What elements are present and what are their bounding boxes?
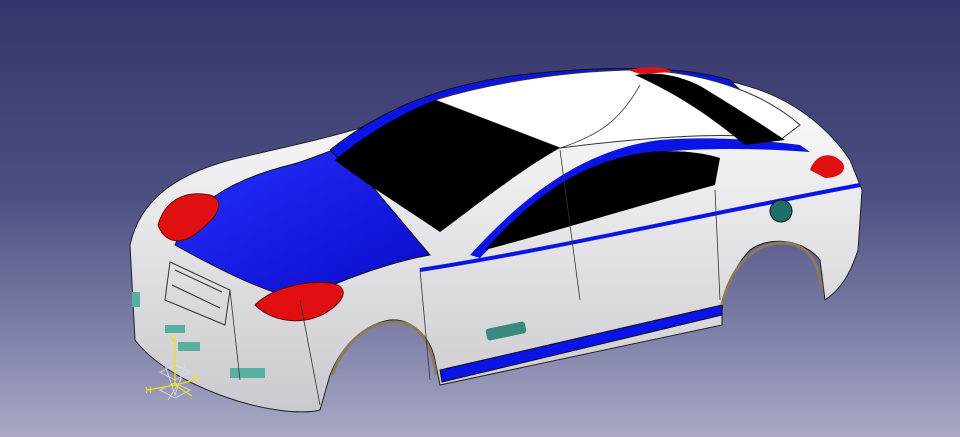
fuel-cap [769,199,793,223]
front-vent-1 [165,325,185,333]
axis-label-h2: H [145,386,152,396]
front-vent-3 [230,368,265,378]
front-vent-4 [132,292,140,307]
car-model[interactable]: V H H [0,0,960,437]
3d-viewport[interactable]: V H H [0,0,960,437]
axis-label-v: V [170,335,177,345]
front-vent-2 [178,342,200,351]
axis-label-h1: H [193,374,200,384]
